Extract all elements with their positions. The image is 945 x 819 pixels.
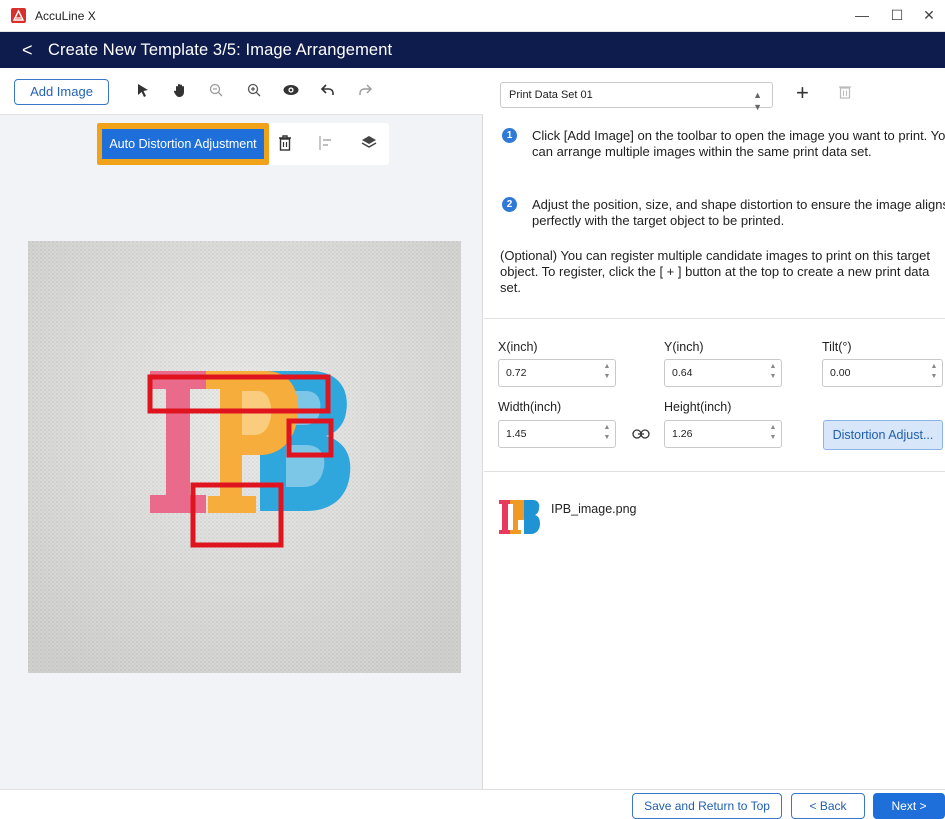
optional-instruction: (Optional) You can register multiple can…	[500, 248, 930, 295]
instruction-step-1: 1 Click [Add Image] on the toolbar to op…	[502, 128, 945, 178]
x-label: X(inch)	[498, 340, 538, 354]
image-thumbnail[interactable]	[498, 496, 540, 538]
save-and-return-button[interactable]: Save and Return to Top	[632, 793, 782, 819]
add-image-button[interactable]: Add Image	[14, 79, 109, 105]
x-spinner[interactable]: ▲ ▼	[602, 362, 612, 382]
next-button[interactable]: Next >	[873, 793, 945, 819]
divider	[484, 318, 945, 319]
footer-bar: Save and Return to Top < Back Next >	[0, 789, 945, 819]
app-title: AccuLine X	[35, 9, 96, 23]
instruction-step-2: 2 Adjust the position, size, and shape d…	[502, 197, 945, 231]
auto-distortion-highlight: Auto Distortion Adjustment	[97, 123, 269, 165]
app-logo-icon	[11, 8, 26, 23]
print-data-set-value: Print Data Set 01	[509, 89, 593, 101]
minimize-button[interactable]: —	[845, 0, 879, 30]
tilt-value: 0.00	[830, 367, 851, 379]
zoom-in-icon[interactable]	[244, 82, 264, 102]
window-titlebar: AccuLine X — ☐ ✕	[0, 0, 945, 32]
width-label: Width(inch)	[498, 400, 562, 414]
select-updown-icon: ▲ ▼	[753, 90, 762, 112]
canvas-image[interactable]	[28, 241, 461, 673]
close-window-button[interactable]: ✕	[912, 0, 945, 30]
step-text-1: Click [Add Image] on the toolbar to open…	[532, 128, 945, 159]
page-title: Create New Template 3/5: Image Arrangeme…	[48, 41, 393, 59]
delete-print-data-set-icon[interactable]	[838, 84, 852, 105]
properties-panel: Print Data Set 01 ▲ ▼ + 1 Click [Add Imag…	[484, 68, 945, 789]
page-header: < Create New Template 3/5: Image Arrange…	[0, 32, 945, 68]
step-text-2: Adjust the position, size, and shape dis…	[532, 197, 945, 228]
eye-preview-icon[interactable]	[281, 82, 301, 102]
y-label: Y(inch)	[664, 340, 704, 354]
width-spinner[interactable]: ▲ ▼	[602, 423, 612, 443]
image-floating-toolbar: Auto Distortion Adjustment	[97, 123, 389, 165]
hand-pan-icon[interactable]	[170, 82, 190, 102]
divider	[484, 471, 945, 472]
height-value: 1.26	[672, 428, 693, 440]
tilt-label: Tilt(°)	[822, 340, 852, 354]
tilt-spinner[interactable]: ▲ ▼	[929, 362, 939, 382]
image-file-name[interactable]: IPB_image.png	[551, 502, 636, 516]
y-value: 0.64	[672, 367, 693, 379]
height-input[interactable]: 1.26 ▲ ▼	[664, 420, 782, 448]
zoom-out-icon[interactable]	[206, 82, 226, 102]
maximize-button[interactable]: ☐	[880, 0, 914, 30]
step-number-1: 1	[502, 128, 517, 143]
canvas-panel: Add Image Auto Distortion Adjustment	[0, 68, 483, 789]
x-input[interactable]: 0.72 ▲ ▼	[498, 359, 616, 387]
width-value: 1.45	[506, 428, 527, 440]
undo-icon[interactable]	[318, 82, 338, 102]
header-back-button[interactable]: <	[22, 40, 33, 61]
height-label: Height(inch)	[664, 400, 732, 414]
distortion-adjust-button[interactable]: Distortion Adjust...	[823, 420, 943, 450]
height-spinner[interactable]: ▲ ▼	[768, 423, 778, 443]
y-input[interactable]: 0.64 ▲ ▼	[664, 359, 782, 387]
align-icon[interactable]	[316, 134, 336, 154]
canvas-toolbar: Add Image	[0, 68, 483, 115]
aspect-lock-link-icon[interactable]	[632, 427, 650, 445]
tilt-input[interactable]: 0.00 ▲ ▼	[822, 359, 943, 387]
auto-distortion-adjustment-button[interactable]: Auto Distortion Adjustment	[102, 129, 264, 159]
select-arrow-icon[interactable]	[133, 82, 153, 102]
step-number-2: 2	[502, 197, 517, 212]
layers-icon[interactable]	[359, 134, 379, 154]
width-input[interactable]: 1.45 ▲ ▼	[498, 420, 616, 448]
back-button[interactable]: < Back	[791, 793, 865, 819]
print-data-set-select[interactable]: Print Data Set 01 ▲ ▼	[500, 82, 773, 112]
delete-image-icon[interactable]	[275, 134, 295, 154]
add-print-data-set-button[interactable]: +	[796, 80, 809, 106]
y-spinner[interactable]: ▲ ▼	[768, 362, 778, 382]
redo-icon[interactable]	[355, 82, 375, 102]
x-value: 0.72	[506, 367, 527, 379]
